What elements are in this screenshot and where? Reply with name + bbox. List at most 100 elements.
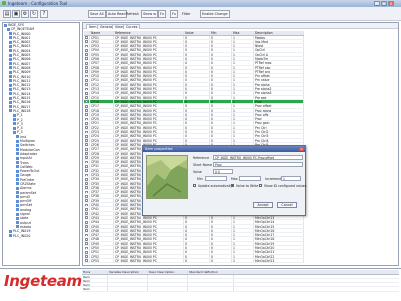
table-cell: CP01 [90, 35, 114, 39]
table-cell: CP_INGE_INSTRU_IN000 PC [114, 250, 184, 254]
table-cell: CP_INGE_INSTRU_IN000 PC [114, 224, 184, 228]
folder-icon [9, 40, 12, 44]
table-cell: CP_INGE_INSTRU_IN000 PC [114, 241, 184, 246]
column-header[interactable]: Hora [82, 270, 108, 274]
table-cell: Prn Ctrl4 [254, 138, 304, 142]
column-header[interactable]: Min [210, 31, 232, 35]
table-cell: 1 [232, 117, 254, 121]
close-button[interactable]: × [388, 1, 394, 6]
toolbar: ▤ ▣ ⚙ ↻ ? Save All Auto Read Refresh Sho… [0, 7, 401, 21]
table-cell: 1 [232, 241, 254, 246]
table-cell: 1 [232, 237, 254, 241]
tab-curves[interactable]: Curves [123, 24, 141, 29]
update-automatically-checkbox[interactable] [193, 184, 196, 187]
min-label: Min [197, 177, 203, 181]
table-cell: 0 [184, 125, 210, 130]
table-cell: CP28 [90, 151, 114, 155]
folder-icon [9, 32, 12, 36]
table-cell: CP_INGE_INSTRU_IN000 PC [114, 44, 184, 48]
folder-icon [9, 49, 12, 53]
value-to-write-checkbox[interactable] [231, 184, 234, 187]
folder-icon [9, 36, 12, 40]
table-cell: 1 [232, 224, 254, 228]
folder-icon [9, 79, 12, 83]
table-cell: Prov offset [254, 104, 304, 108]
table-cell: 0 [210, 91, 232, 95]
dialog-close-icon[interactable]: × [299, 147, 304, 151]
table-cell: 1 [232, 104, 254, 108]
table-cell [148, 274, 188, 278]
enable-change-check[interactable]: Enable Change [200, 10, 230, 18]
short-name-field[interactable]: Prov [213, 162, 303, 167]
folder-icon [9, 62, 12, 66]
column-header[interactable]: Max [232, 31, 254, 35]
events-row[interactable]: Item [82, 287, 399, 292]
table-cell: CP_INGE_INSTRU_IN000 PC [114, 104, 184, 108]
table-cell: 1 [232, 91, 254, 95]
fx-check-1[interactable]: Fx [158, 10, 166, 18]
table-cell: Pre alpha3 [254, 91, 304, 95]
column-header[interactable]: Description [254, 31, 304, 35]
settings-icon[interactable]: ⚙ [21, 10, 29, 18]
table-cell: CP19 [90, 112, 114, 117]
minimize-button[interactable]: _ [374, 1, 380, 6]
table-cell: 0 [184, 95, 210, 99]
column-header[interactable]: Standard definition [188, 270, 234, 274]
folder-icon [16, 203, 19, 207]
folder-icon [16, 182, 19, 186]
table-cell: 1 [232, 52, 254, 56]
column-header[interactable]: Variable Description [108, 270, 148, 274]
column-header[interactable]: Reference [114, 31, 184, 35]
item-properties-dialog: Item properties × Reference CP_INGE_INST… [142, 145, 306, 216]
table-cell: 0 [184, 61, 210, 65]
table-cell: 1 [232, 254, 254, 258]
table-cell: Ntest [254, 44, 304, 48]
table-cell: 0 [184, 108, 210, 112]
refresh-icon[interactable]: ↻ [30, 10, 38, 18]
table-cell: 1 [232, 39, 254, 44]
column-header[interactable]: Desc Description [148, 270, 188, 274]
table-cell: CP21 [90, 121, 114, 125]
table-cell: CP_INGE_INSTRU_IN000 PC [114, 78, 184, 82]
folder-icon [9, 229, 12, 233]
table-cell: CP_INGE_INSTRU_IN000 PC [114, 52, 184, 56]
show-configured-checkbox[interactable] [259, 184, 262, 187]
table-cell [108, 283, 148, 287]
max-field[interactable] [239, 176, 261, 181]
save-all-button[interactable]: Save All [88, 10, 106, 18]
table-cell: PTRef max [254, 61, 304, 65]
show-variables-check[interactable]: Show w [141, 10, 158, 18]
table-cell: CP15 [90, 95, 114, 99]
value-field[interactable]: 0.0 [213, 169, 233, 174]
fx-check-2[interactable]: Fx [170, 10, 178, 18]
table-cell: 0 [184, 258, 210, 263]
column-header[interactable]: Value [184, 31, 210, 35]
column-header[interactable]: Name [90, 31, 114, 35]
table-cell: CP49 [90, 241, 114, 246]
table-row[interactable]: CP53 CP_INGE_INSTRU_IN000 PC 0 0 1 MinOpCtrl2… [84, 258, 304, 264]
folder-icon [13, 113, 16, 117]
folder-icon [13, 130, 16, 134]
table-cell: MinOpCtrl16 [254, 228, 304, 233]
min-field[interactable] [205, 176, 227, 181]
table-cell [108, 278, 148, 283]
open-icon[interactable]: ▤ [3, 10, 11, 18]
tree-sidebar[interactable]: INGE_SYS CP_INGETEAM PLC_IN000 PLC_IN001 PLC… [2, 22, 80, 266]
cancel-button[interactable]: Cancel [277, 202, 297, 208]
auto-read-button[interactable]: Auto Read [106, 10, 128, 18]
reference-field[interactable]: CP_INGE_INSTRU_IN000 PC.Prov.offset [213, 155, 303, 160]
table-cell: CP31 [90, 164, 114, 168]
table-cell: CP51 [90, 250, 114, 254]
table-cell: CP_INGE_INSTRU_IN000 PC [114, 56, 184, 61]
tree-item[interactable]: PLC_IN020 [3, 234, 79, 238]
table-cell: 0 [184, 237, 210, 241]
value-to-write-label: Value to Write [236, 184, 259, 188]
increment-field[interactable]: 1 [281, 176, 301, 181]
table-cell: 0 [184, 78, 210, 82]
table-cell: 0 [210, 69, 232, 74]
help-icon[interactable]: ? [40, 10, 48, 18]
save-icon[interactable]: ▣ [12, 10, 20, 18]
maximize-button[interactable]: □ [381, 1, 387, 6]
folder-icon [13, 126, 16, 130]
accept-button[interactable]: Accept [253, 202, 273, 208]
